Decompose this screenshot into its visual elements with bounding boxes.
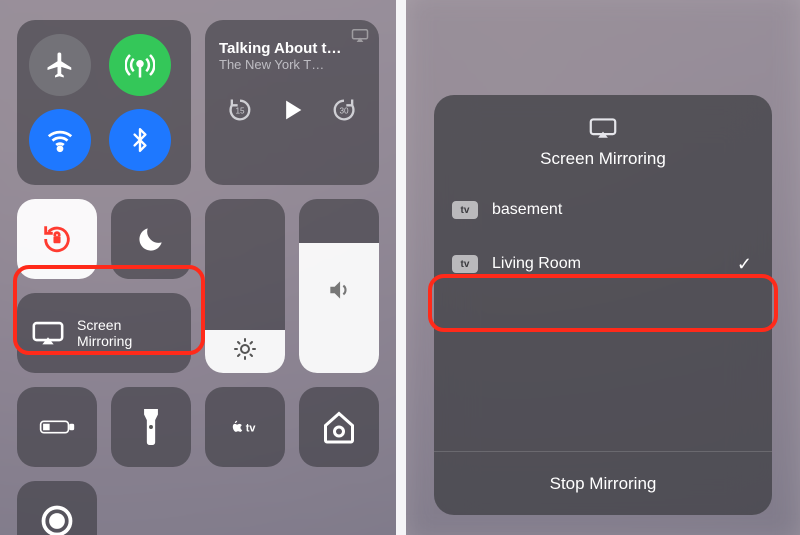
- battery-low-power-icon: [39, 409, 75, 445]
- screen-mirroring-icon: [31, 320, 65, 346]
- screen-mirroring-icon: [588, 117, 618, 139]
- skip-back-15-button[interactable]: 15: [226, 96, 254, 124]
- checkmark-icon: ✓: [737, 254, 752, 275]
- flashlight-button[interactable]: [111, 387, 191, 467]
- svg-text:30: 30: [339, 107, 349, 116]
- control-center-pane: Talking About t… The New York T… 15 30: [0, 0, 396, 535]
- apple-tv-badge-icon: tv: [452, 255, 478, 273]
- apple-tv-remote-button[interactable]: tv: [205, 387, 285, 467]
- skip-back-15-icon: 15: [226, 96, 254, 124]
- apple-tv-icon: tv: [227, 409, 263, 445]
- brightness-icon: [233, 337, 257, 361]
- cellular-antenna-icon: [125, 50, 155, 80]
- apple-tv-badge-icon: tv: [452, 201, 478, 219]
- panes-divider: [396, 0, 406, 535]
- bluetooth-icon: [127, 125, 153, 155]
- bluetooth-toggle[interactable]: [109, 109, 171, 171]
- screen-mirroring-pane: Screen Mirroring tv basement tv Living R…: [406, 0, 800, 535]
- connectivity-tile: [17, 20, 191, 185]
- volume-slider[interactable]: [299, 199, 379, 373]
- skip-forward-30-icon: 30: [330, 96, 358, 124]
- screen-mirroring-label-2: Mirroring: [77, 333, 132, 349]
- do-not-disturb-toggle[interactable]: [111, 199, 191, 279]
- device-label: basement: [492, 201, 752, 219]
- device-basement[interactable]: tv basement: [434, 183, 772, 237]
- wifi-icon: [45, 125, 75, 155]
- svg-text:tv: tv: [246, 423, 257, 435]
- stop-mirroring-button[interactable]: Stop Mirroring: [434, 451, 772, 515]
- airplane-icon: [45, 50, 75, 80]
- device-list: tv basement tv Living Room ✓: [434, 183, 772, 451]
- screen-mirroring-label-1: Screen: [77, 317, 132, 333]
- media-title: Talking About t…: [219, 40, 341, 57]
- device-living-room[interactable]: tv Living Room ✓: [434, 237, 772, 291]
- rotation-lock-icon: [40, 222, 74, 256]
- control-center-grid: Talking About t… The New York T… 15 30: [0, 0, 396, 535]
- record-icon: [39, 503, 75, 535]
- home-icon: [321, 409, 357, 445]
- device-label: Living Room: [492, 255, 723, 273]
- flashlight-icon: [133, 409, 169, 445]
- home-button[interactable]: [299, 387, 379, 467]
- brightness-slider[interactable]: [205, 199, 285, 373]
- play-button[interactable]: [278, 96, 306, 124]
- screen-mirroring-button[interactable]: Screen Mirroring: [17, 293, 191, 373]
- low-power-mode-toggle[interactable]: [17, 387, 97, 467]
- skip-forward-30-button[interactable]: 30: [330, 96, 358, 124]
- play-icon: [278, 96, 306, 124]
- airplay-audio-icon: [351, 28, 369, 42]
- sheet-title: Screen Mirroring: [540, 149, 666, 169]
- svg-text:15: 15: [235, 107, 245, 116]
- volume-icon: [326, 277, 352, 303]
- now-playing-tile[interactable]: Talking About t… The New York T… 15 30: [205, 20, 379, 185]
- cellular-data-toggle[interactable]: [109, 34, 171, 96]
- wifi-toggle[interactable]: [29, 109, 91, 171]
- screen-mirroring-sheet: Screen Mirroring tv basement tv Living R…: [434, 95, 772, 515]
- moon-icon: [135, 223, 167, 255]
- media-subtitle: The New York T…: [219, 57, 324, 72]
- screen-record-button[interactable]: [17, 481, 97, 535]
- stop-mirroring-label: Stop Mirroring: [550, 474, 657, 494]
- airplane-mode-toggle[interactable]: [29, 34, 91, 96]
- rotation-lock-toggle[interactable]: [17, 199, 97, 279]
